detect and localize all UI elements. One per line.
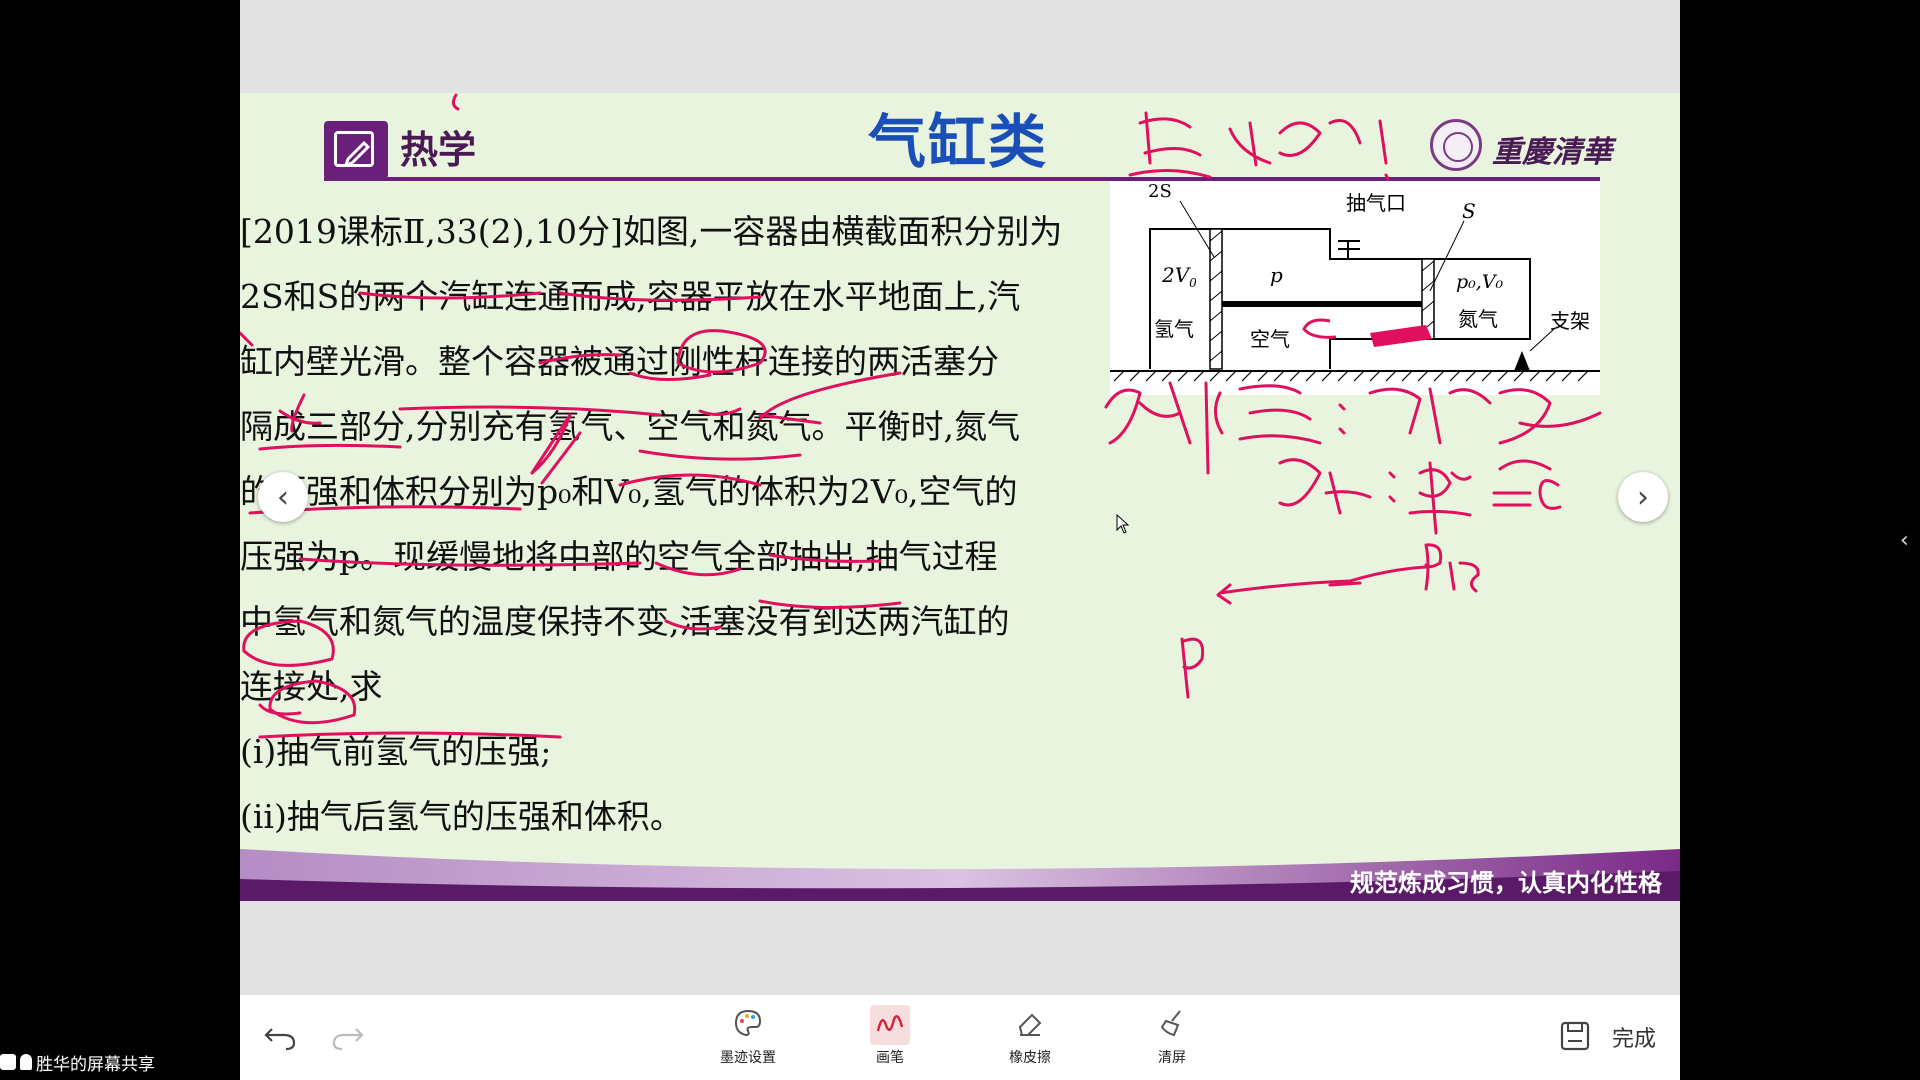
diagram-label-p0v0: p₀,V₀ bbox=[1456, 271, 1504, 293]
diagram-label-n2: 氮气 bbox=[1458, 307, 1498, 331]
diagram-label-s: S bbox=[1462, 199, 1476, 223]
eraser-tool-button[interactable]: 橡皮擦 bbox=[990, 1005, 1070, 1067]
pen-tool-button[interactable]: 画笔 bbox=[850, 1005, 930, 1067]
diagram-label-vent: 抽气口 bbox=[1346, 191, 1406, 215]
broom-icon bbox=[1160, 1010, 1181, 1037]
redo-icon[interactable] bbox=[328, 1015, 368, 1055]
problem-line: (i)抽气前氢气的压强; bbox=[240, 732, 552, 771]
clear-screen-button[interactable]: 清屏 bbox=[1132, 1005, 1212, 1067]
side-panel-toggle-icon[interactable]: ‹ bbox=[1900, 528, 1909, 553]
diagram-label-2s: 2S bbox=[1148, 181, 1172, 202]
save-icon[interactable] bbox=[1558, 1019, 1592, 1053]
diagram-label-h2: 氢气 bbox=[1154, 317, 1194, 341]
eraser-tool-label: 橡皮擦 bbox=[1009, 1050, 1051, 1066]
problem-line: 隔成三部分,分别充有氢气、空气和氮气。平衡时,氮气 bbox=[240, 407, 1020, 446]
prev-slide-button[interactable]: ‹ bbox=[258, 472, 308, 522]
slide-title: 气缸类 bbox=[868, 108, 1049, 176]
ink-settings-label: 墨迹设置 bbox=[720, 1050, 776, 1066]
chevron-right-icon: › bbox=[1637, 479, 1649, 515]
problem-line: [2019课标Ⅱ,33(2),10分]如图,一容器由横截面积分别为 bbox=[240, 212, 1063, 251]
problem-line: 的压强和体积分别为p₀和V₀,氢气的体积为2V₀,空气的 bbox=[240, 472, 1018, 511]
footer-motto: 规范炼成习惯，认真内化性格 bbox=[1350, 869, 1662, 897]
diagram-label-p: p bbox=[1270, 263, 1283, 287]
mouse-cursor-icon bbox=[1116, 514, 1130, 534]
subject-label: 热学 bbox=[400, 128, 477, 172]
slide: 热学 气缸类 重慶清華 [2019课标Ⅱ,33(2),10分]如图,一容器由横截… bbox=[240, 93, 1680, 901]
problem-line: 压强为p。现缓慢地将中部的空气全部抽出,抽气过程 bbox=[240, 537, 998, 576]
eraser-icon bbox=[1018, 1013, 1042, 1036]
problem-text: [2019课标Ⅱ,33(2),10分]如图,一容器由横截面积分别为 2S和S的两… bbox=[240, 199, 1100, 849]
ink-settings-button[interactable]: 墨迹设置 bbox=[708, 1005, 788, 1067]
screen-share-indicator: 胜华的屏幕共享 bbox=[0, 1050, 155, 1075]
annotation-toolbar: 墨迹设置 画笔 橡皮擦 清屏 完成 bbox=[240, 995, 1680, 1080]
cylinder-diagram: 2S 抽气口 S 2V0 氢气 p 空气 p₀,V₀ 氮气 支架 bbox=[1110, 181, 1600, 395]
problem-line: (ii)抽气后氢气的压强和体积。 bbox=[240, 797, 683, 836]
clear-screen-label: 清屏 bbox=[1158, 1050, 1186, 1066]
chevron-left-icon: ‹ bbox=[277, 479, 289, 515]
problem-line: 缸内壁光滑。整个容器被通过刚性杆连接的两活塞分 bbox=[240, 342, 999, 381]
next-slide-button[interactable]: › bbox=[1618, 472, 1668, 522]
school-name: 重慶清華 bbox=[1492, 135, 1612, 170]
problem-line: 2S和S的两个汽缸连通而成,容器平放在水平地面上,汽 bbox=[240, 277, 1021, 316]
diagram-label-stand: 支架 bbox=[1550, 309, 1590, 333]
screen-share-icon bbox=[0, 1054, 16, 1070]
palette-icon bbox=[734, 1009, 762, 1037]
pen-edit-icon bbox=[324, 121, 388, 179]
screen-share-stage: 热学 气缸类 重慶清華 [2019课标Ⅱ,33(2),10分]如图,一容器由横截… bbox=[240, 0, 1680, 1080]
diagram-label-2v0: 2V0 bbox=[1162, 263, 1197, 290]
pen-squiggle-icon bbox=[876, 1015, 904, 1032]
done-button[interactable]: 完成 bbox=[1612, 1021, 1656, 1053]
problem-line: 中氢气和氮气的温度保持不变,活塞没有到达两汽缸的 bbox=[240, 602, 1010, 641]
screen-share-label: 胜华的屏幕共享 bbox=[36, 1054, 155, 1075]
pen-tool-label: 画笔 bbox=[876, 1050, 904, 1066]
problem-line: 连接处,求 bbox=[240, 667, 383, 706]
diagram-label-air: 空气 bbox=[1250, 327, 1290, 351]
microphone-icon bbox=[20, 1054, 32, 1070]
school-emblem-icon bbox=[1430, 119, 1482, 171]
undo-icon[interactable] bbox=[260, 1015, 300, 1055]
